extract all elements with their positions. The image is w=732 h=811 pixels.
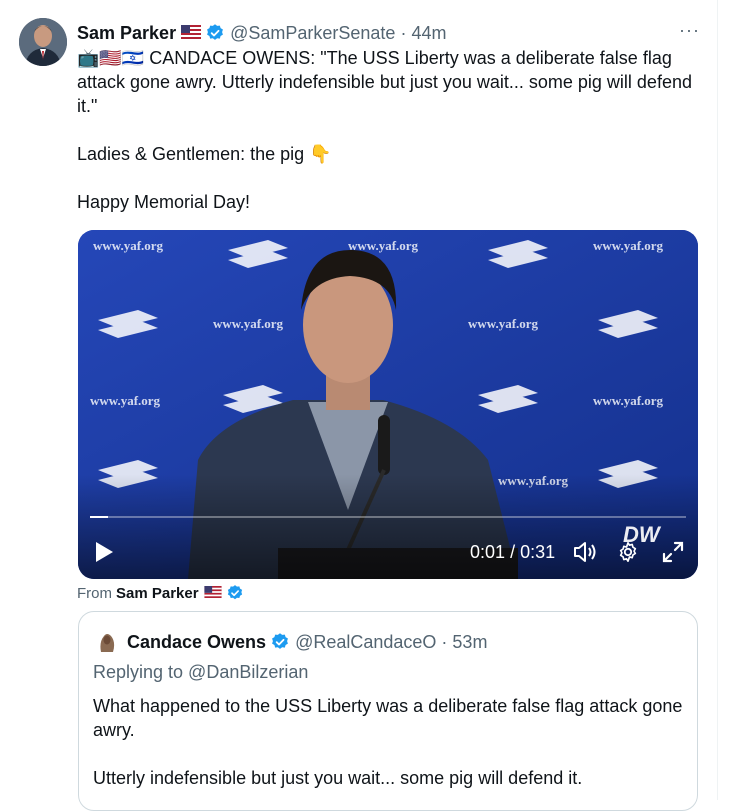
verified-badge-icon bbox=[226, 584, 244, 602]
us-flag-icon bbox=[203, 585, 222, 602]
author-handle[interactable]: @SamParkerSenate bbox=[230, 23, 395, 44]
tweet-text-paragraph-2: Ladies & Gentlemen: the pig 👇 bbox=[77, 144, 332, 164]
video-progress-fill bbox=[90, 516, 108, 518]
from-author-name[interactable]: Sam Parker bbox=[116, 585, 199, 602]
quoted-text-paragraph-1: What happened to the USS Liberty was a d… bbox=[93, 696, 683, 740]
time-separator: · bbox=[400, 22, 407, 43]
tweet-header: Sam Parker @SamParkerSenate · 44m bbox=[77, 20, 702, 46]
author-avatar[interactable] bbox=[19, 18, 67, 66]
time-divider: / bbox=[510, 542, 516, 562]
emoji-prefix: 📺🇺🇸🇮🇱 bbox=[77, 48, 150, 68]
from-attribution: From Sam Parker bbox=[77, 584, 244, 602]
from-label: From bbox=[77, 584, 112, 602]
play-icon[interactable] bbox=[94, 541, 114, 563]
quoted-tweet-header: Candace Owens @RealCandaceO · 53m bbox=[95, 630, 487, 654]
more-options-icon[interactable]: ··· bbox=[679, 20, 700, 41]
quoted-time-separator: · bbox=[441, 631, 448, 652]
video-player[interactable]: www.yaf.org www.yaf.org www.yaf.org www.… bbox=[78, 230, 698, 579]
tweet-time[interactable]: 44m bbox=[411, 23, 446, 44]
expand-icon[interactable] bbox=[662, 541, 684, 563]
video-frame: www.yaf.org www.yaf.org www.yaf.org www.… bbox=[78, 230, 698, 579]
current-time: 0:01 bbox=[470, 542, 506, 562]
verified-badge-icon bbox=[205, 23, 225, 43]
quoted-author-avatar[interactable] bbox=[95, 630, 119, 654]
video-progress-bar[interactable] bbox=[90, 516, 686, 518]
replying-to: Replying to @DanBilzerian bbox=[93, 662, 309, 682]
quoted-tweet-body: What happened to the USS Liberty was a d… bbox=[93, 694, 683, 790]
gear-icon[interactable] bbox=[617, 541, 639, 563]
tweet-body: 📺🇺🇸🇮🇱 CANDACE OWENS: "The USS Liberty wa… bbox=[77, 46, 697, 214]
verified-badge-icon bbox=[270, 632, 290, 652]
quoted-author-name[interactable]: Candace Owens bbox=[127, 632, 266, 653]
volume-icon[interactable] bbox=[573, 541, 597, 563]
quoted-tweet[interactable]: Candace Owens @RealCandaceO · 53m Replyi… bbox=[78, 611, 698, 811]
tweet-text-quote: CANDACE OWENS: "The USS Liberty was a de… bbox=[77, 48, 692, 116]
video-time: 0:01 / 0:31 bbox=[470, 541, 555, 563]
tweet-text-paragraph-3: Happy Memorial Day! bbox=[77, 192, 251, 212]
timeline-border bbox=[717, 0, 718, 800]
quoted-text-paragraph-2: Utterly indefensible but just you wait..… bbox=[93, 768, 583, 788]
tweet-text-paragraph-1: 📺🇺🇸🇮🇱 CANDACE OWENS: "The USS Liberty wa… bbox=[77, 46, 697, 118]
video-duration: 0:31 bbox=[520, 542, 556, 562]
author-name[interactable]: Sam Parker bbox=[77, 23, 176, 44]
quoted-author-handle[interactable]: @RealCandaceO bbox=[295, 632, 436, 653]
quoted-tweet-time[interactable]: 53m bbox=[452, 632, 487, 653]
us-flag-icon bbox=[181, 23, 202, 44]
